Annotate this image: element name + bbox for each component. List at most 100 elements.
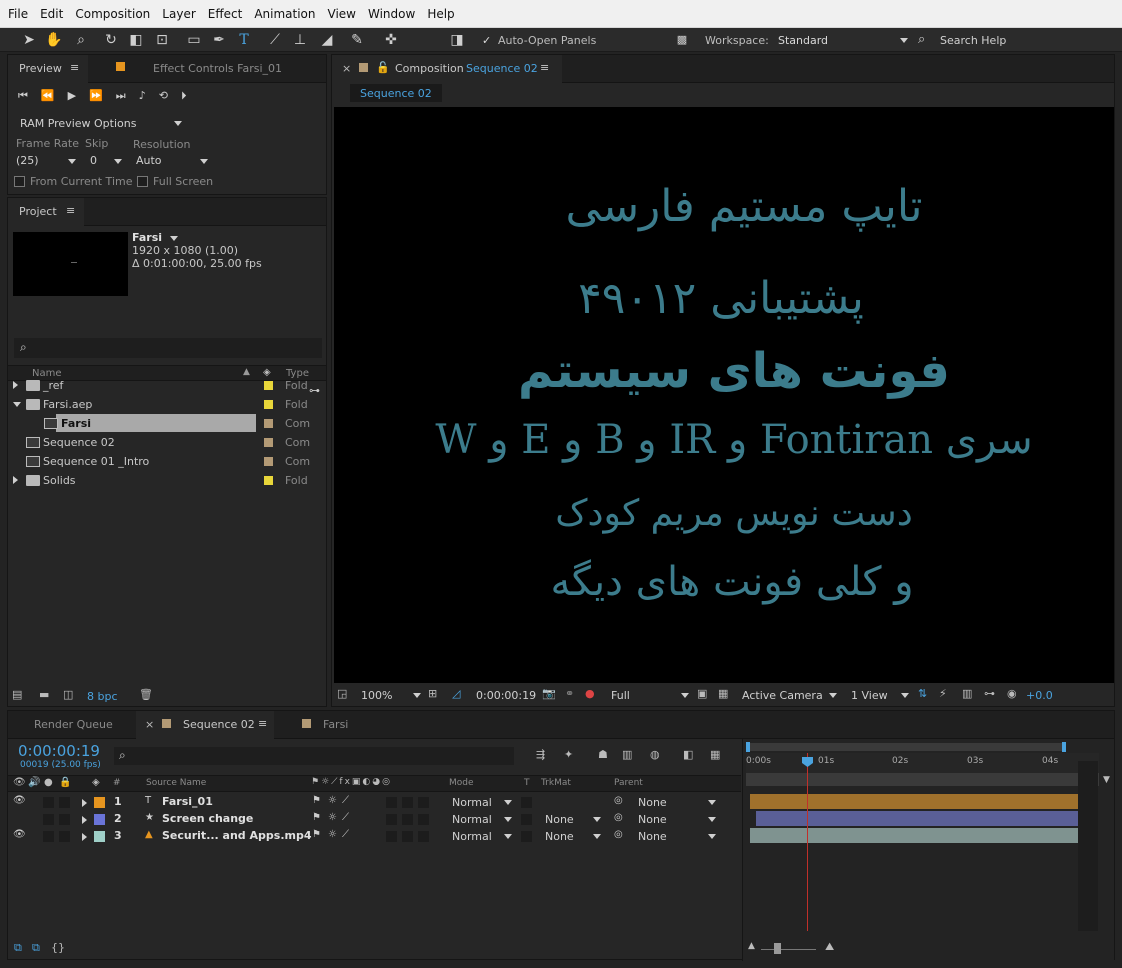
lock-icon[interactable]: 🔓 — [376, 61, 390, 74]
project-search-input[interactable]: ⌕ — [14, 338, 322, 358]
trkmat-dropdown[interactable]: None — [541, 829, 603, 844]
panel-menu-icon[interactable]: ≡ — [540, 61, 549, 74]
layer-duration-bar[interactable] — [750, 828, 1098, 843]
comp-mini-flowchart-icon[interactable]: ⇶ — [536, 748, 545, 761]
lock-toggle[interactable] — [59, 797, 70, 808]
comp-breadcrumb[interactable]: Sequence 02 — [350, 84, 442, 102]
auto-open-panels-toggle[interactable]: ✓ Auto-Open Panels — [482, 34, 596, 47]
column-mode[interactable]: Mode — [449, 778, 474, 788]
exposure-value[interactable]: +0.0 — [1026, 689, 1053, 702]
close-icon[interactable]: × — [342, 62, 351, 75]
zoom-in-icon[interactable]: ⛰ — [825, 940, 834, 954]
safe-margins-icon[interactable]: ⊞ — [428, 687, 437, 700]
workspace-toggle-icon[interactable]: ◨ — [448, 31, 466, 49]
quality-switch-icon[interactable]: ⟋ — [342, 795, 349, 806]
zoom-slider-handle[interactable] — [774, 943, 781, 954]
tab-farsi[interactable]: Farsi — [323, 718, 348, 731]
panel-menu-icon[interactable]: ≡ — [258, 717, 267, 730]
current-time-display[interactable]: 0:00:00:19 — [476, 689, 536, 702]
toggle-stretch-icon[interactable]: {} — [51, 941, 65, 954]
rotate-tool-icon[interactable]: ↻ — [102, 31, 120, 49]
tab-preview[interactable]: Preview ≡ — [8, 55, 88, 83]
view-layout-dropdown[interactable]: 1 View — [851, 689, 909, 703]
mode-dropdown[interactable]: Normal — [448, 829, 514, 844]
frame-rate-dropdown[interactable]: (25) — [16, 154, 76, 169]
frame-blending-icon[interactable]: ▥ — [622, 748, 632, 761]
zoom-out-icon[interactable]: ▲ — [748, 941, 755, 951]
parent-dropdown[interactable]: None — [634, 795, 718, 810]
twirl-right-icon[interactable] — [13, 381, 18, 389]
twirl-right-icon[interactable] — [82, 816, 87, 824]
twirl-down-icon[interactable] — [13, 402, 21, 407]
column-parent[interactable]: Parent — [614, 778, 643, 788]
solo-toggle[interactable] — [43, 814, 54, 825]
comp-marker-bin-icon[interactable]: ▼ — [1103, 775, 1110, 785]
rectangle-tool-icon[interactable]: ▭ — [185, 31, 203, 49]
adjustment-toggle[interactable] — [402, 814, 413, 825]
label-color-swatch[interactable] — [264, 400, 273, 409]
column-trkmat[interactable]: TrkMat — [541, 778, 571, 788]
menu-layer[interactable]: Layer — [162, 7, 195, 21]
work-area-bar[interactable] — [746, 742, 1066, 752]
ram-preview-icon[interactable]: ⏵ — [181, 89, 200, 102]
trkmat-dropdown[interactable]: None — [541, 812, 603, 827]
flowchart-icon[interactable]: ⊶ — [309, 384, 320, 397]
menu-animation[interactable]: Animation — [254, 7, 315, 21]
timeline-icon[interactable]: ▥ — [962, 687, 972, 700]
label-color-swatch[interactable] — [264, 419, 273, 428]
project-item[interactable]: _ref Fold — [8, 376, 324, 395]
tab-render-queue[interactable]: Render Queue — [34, 718, 113, 731]
eye-icon[interactable]: 👁 — [13, 829, 26, 840]
tab-effect-controls[interactable]: Effect Controls Farsi_01 — [153, 62, 282, 75]
preserve-transparency-toggle[interactable] — [521, 814, 532, 825]
flowchart-icon[interactable]: ⊶ — [984, 687, 995, 700]
lock-toggle[interactable] — [59, 814, 70, 825]
motion-blur-toggle[interactable] — [386, 814, 397, 825]
trash-icon[interactable]: 🗑 — [139, 688, 153, 701]
project-item[interactable]: Solids Fold — [8, 471, 324, 490]
layer-name[interactable]: Securit... and Apps.mp4 — [162, 829, 312, 842]
motion-blur-toggle[interactable] — [386, 797, 397, 808]
twirl-right-icon[interactable] — [82, 799, 87, 807]
time-ruler[interactable]: 0:00s 01s 02s 03s 04s — [746, 753, 1099, 773]
layer-row[interactable]: 2 ★ Screen change ⚑ ☼ ⟋ Normal None ◎ None — [8, 811, 741, 828]
layer-name[interactable]: Farsi_01 — [162, 795, 213, 808]
label-color-swatch[interactable] — [94, 814, 105, 825]
next-frame-icon[interactable]: ⏩ — [89, 89, 116, 102]
region-of-interest-icon[interactable]: ▣ — [697, 687, 707, 700]
pen-tool-icon[interactable]: ✒ — [210, 31, 228, 49]
label-color-swatch[interactable] — [264, 476, 273, 485]
menu-view[interactable]: View — [328, 7, 356, 21]
3d-layer-toggle[interactable] — [418, 831, 429, 842]
first-frame-icon[interactable]: ⏮ — [18, 89, 41, 102]
project-item[interactable]: Sequence 01 _Intro Com — [8, 452, 324, 471]
prev-frame-icon[interactable]: ⏪ — [41, 89, 68, 102]
quality-switch-icon[interactable]: ⟋ — [342, 829, 349, 840]
project-item[interactable]: Farsi.aep Fold — [8, 395, 324, 414]
tab-project[interactable]: Project ≡ — [8, 198, 84, 226]
channel-icon[interactable]: ● — [585, 687, 595, 700]
3d-layer-toggle[interactable] — [418, 814, 429, 825]
preserve-transparency-toggle[interactable] — [521, 797, 532, 808]
collapse-switch-icon[interactable]: ☼ — [328, 829, 337, 840]
ram-preview-options-dropdown[interactable]: RAM Preview Options — [14, 115, 186, 132]
shy-switch-icon[interactable]: ⚑ — [312, 795, 321, 806]
pan-behind-tool-icon[interactable]: ⊡ — [153, 31, 171, 49]
collapse-switch-icon[interactable]: ☼ — [328, 812, 337, 823]
last-frame-icon[interactable]: ⏭ — [116, 89, 139, 102]
show-snapshot-icon[interactable]: ⚭ — [565, 687, 574, 700]
collapse-switch-icon[interactable]: ☼ — [328, 795, 337, 806]
toggle-pixel-aspect-icon[interactable]: ⇅ — [918, 687, 927, 700]
new-composition-icon[interactable]: ◫ — [63, 688, 73, 701]
fast-previews-icon[interactable]: ⚡ — [939, 687, 947, 700]
mask-visibility-icon[interactable]: ◿ — [452, 687, 460, 700]
menu-window[interactable]: Window — [368, 7, 415, 21]
toggle-switches-icon[interactable]: ⧉ — [14, 941, 22, 955]
eraser-tool-icon[interactable]: ◢ — [318, 31, 336, 49]
project-item[interactable]: Sequence 02 Com — [8, 433, 324, 452]
menu-composition[interactable]: Composition — [75, 7, 150, 21]
label-color-swatch[interactable] — [264, 438, 273, 447]
mode-dropdown[interactable]: Normal — [448, 812, 514, 827]
pickwhip-icon[interactable]: ◎ — [614, 812, 623, 823]
zoom-slider-track[interactable] — [761, 949, 816, 950]
